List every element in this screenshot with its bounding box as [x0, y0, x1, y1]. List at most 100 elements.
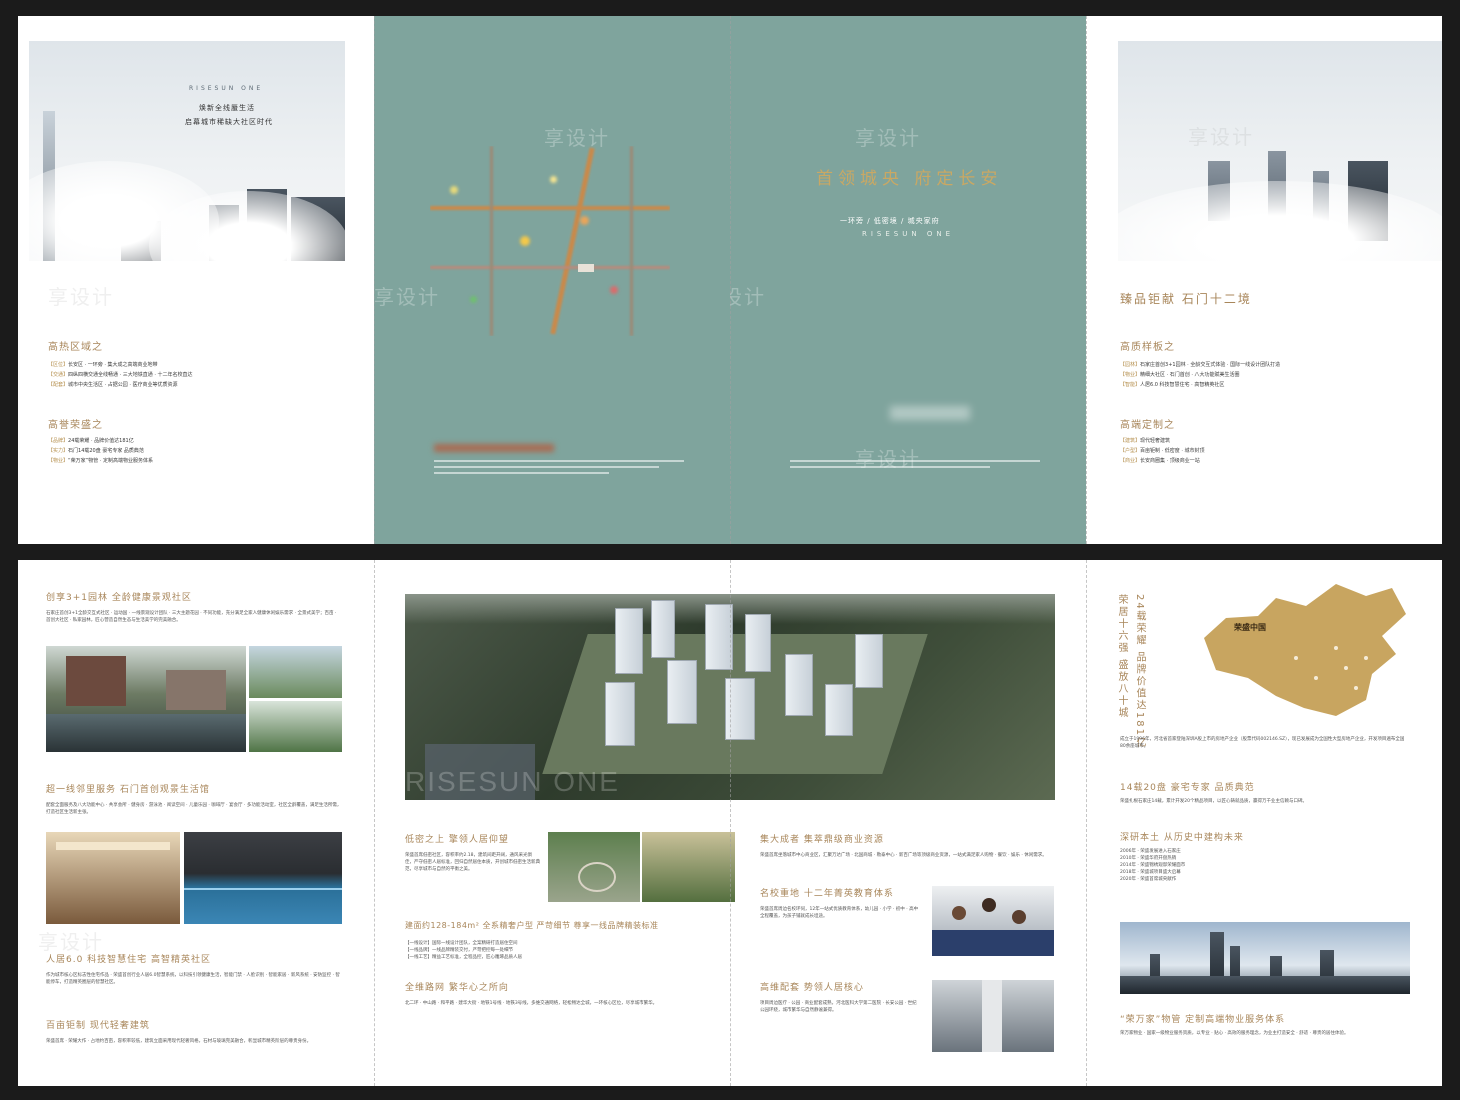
section-title: 高端定制之: [1120, 420, 1175, 431]
brochure-inner-sheet: 创享3+1园林 全龄健康景观社区 石家庄首创3+1全龄交互式社区 · 运动国 ·…: [18, 560, 1442, 1086]
cover-title-panel: 享设计 享设计 享设计 首领城央 府定长安 一环旁 / 低密境 / 城央家府 R…: [730, 16, 1086, 544]
section-body: 成立于1996年，河北省首家登陆深圳A股上市的房地产企业（股票代码002146.…: [1120, 737, 1405, 749]
list-item: 【交通】四纵四横交通全线畅通 · 三大地铁直通 · 十二年名校直达: [48, 372, 193, 378]
section-list: 2006年 · 荣盛发展进入石家庄 2010年 · 荣盛华府开盘热销 2014年…: [1120, 848, 1410, 883]
list-item: 2014年 · 荣盛锦绣观邸荣耀面市: [1120, 863, 1186, 868]
section-title: 全维路网 繁华心之所向: [405, 983, 509, 993]
brand-en: RISESUN ONE: [189, 85, 264, 92]
watermark: 享设计: [1188, 125, 1254, 149]
section-title: 高热区域之: [48, 342, 103, 353]
cover-right-panel: 享设计 臻品钜献 石门十二境 高质样板之 【园林】石家庄首创3+1园林 · 全龄…: [1086, 16, 1442, 544]
watermark: 享设计: [544, 126, 610, 150]
garden-photo: [249, 646, 342, 698]
list-item: 【品牌】24载荣耀 · 品牌价值达181亿: [48, 438, 134, 444]
section-body: 北二环 · 中山路 · 和平路 · 建华大街 · 地铁1号线 · 地铁3号线，多…: [405, 1001, 658, 1006]
section-title: 高维配套 势领人居核心: [760, 983, 864, 993]
section-list: 【一线设计】国际一线设计团队，全案精研打造居住空间 【一线品牌】一线品牌精装交付…: [405, 940, 735, 961]
city-cloud-photo: RISESUN ONE 焕新全线蜃生活 启幕城市稀缺大社区时代: [29, 41, 345, 261]
section-title: 低密之上 擎领人居仰望: [405, 835, 509, 845]
section-title: 深研本土 从历史中建构未来: [1120, 833, 1244, 843]
section-title: 14载20盘 豪宅专家 品质典范: [1120, 783, 1255, 793]
section-body: 荣盛扎根石家庄14载，累计开发20个精品项目，以匠心铸就品质，赢得万千业主信赖与…: [1120, 799, 1307, 804]
section-body: 作为城市核心区标志性住宅作品 · 荣盛首创行业人居6.0智慧系统，以科技引领健康…: [46, 973, 340, 985]
list-item: 【配套】城市中央生活区 · 占据公园 · 医疗商业等优质资源: [48, 382, 178, 388]
vertical-slogan: 24载荣耀 品牌价值达181亿: [1134, 594, 1145, 749]
section-title: 名校重地 十二年菁英教育体系: [760, 889, 894, 899]
section-title: “荣万家”物管 定制高端物业服务体系: [1120, 1015, 1286, 1025]
list-item: 【实力】石门14载20盘 豪宅专家 品质典范: [48, 448, 144, 454]
blurred-logo: [890, 406, 970, 420]
section-list: 【区位】长安区 · 一环旁 · 集大成之高端商业地带 【交通】四纵四横交通全线畅…: [48, 360, 348, 390]
section-body: 荣万家物业 · 国家一级物业服务资质，以专业 · 贴心 · 高效的服务理念，为业…: [1120, 1031, 1349, 1036]
inner-left-panel: 创享3+1园林 全龄健康景观社区 石家庄首创3+1全龄交互式社区 · 运动国 ·…: [18, 560, 374, 1086]
watermark: 享设计: [730, 285, 766, 309]
watermark: 享设计: [38, 930, 104, 954]
blurred-footnote: [434, 460, 684, 474]
map-label: 荣盛中国: [1234, 623, 1266, 632]
section-body: 配套全面服务及八大功能中心 · 共享会所 · 健身房 · 游泳池 · 阅读空间 …: [46, 803, 342, 815]
list-item: 【户型】百亩钜制 · 低密度 · 城市封顶: [1120, 448, 1205, 454]
section-title: 百亩钜制 现代轻奢建筑: [46, 1021, 150, 1031]
skyline-photo: [1120, 922, 1410, 994]
section-title: 高质样板之: [1120, 342, 1175, 353]
brochure-cover-sheet: RISESUN ONE 焕新全线蜃生活 启幕城市稀缺大社区时代 享设计 高热区域…: [18, 16, 1442, 544]
section-title: 创享3+1园林 全龄健康景观社区: [46, 593, 192, 603]
list-item: 【物业】精细大社区 · 石门首创 · 八大功能赋美生活圈: [1120, 372, 1240, 378]
watermark: 享设计: [48, 285, 114, 309]
list-item: 【建筑】现代轻奢建筑: [1120, 438, 1171, 444]
list-item: 【智能】人居6.0 科技智慧住宅 · 高智精英社区: [1120, 382, 1225, 388]
city-cloud-photo: 享设计: [1118, 41, 1442, 261]
watermark: 享设计: [374, 285, 440, 309]
students-photo: [932, 886, 1054, 956]
location-map-panel: 享设计 享设计: [374, 16, 730, 544]
inner-right-panel: 荣居十六强 盛放八十城 24载荣耀 品牌价值达181亿 荣盛中国 成立于1996…: [1086, 560, 1442, 1086]
pool-photo: [184, 832, 342, 924]
cover-title: 首领城央 府定长安: [816, 169, 1003, 189]
list-item: 【物业】“荣万家”物管 · 定制高端物业服务体系: [48, 458, 153, 464]
community-photo: [642, 832, 735, 902]
section-body: 石家庄首创3+1全龄交互式社区 · 运动国 · 一线景观设计团队 · 三大主题花…: [46, 611, 337, 623]
section-title: 建面约128-184m² 全系精奢户型 严苛细节 尊享一线品牌精装标准: [405, 921, 659, 930]
section-body: 荣盛首席低密社区，容积率约2.18，建筑间距开阔，通风采光俱佳，严守低密人居标准…: [405, 853, 540, 872]
section-title: 高誉荣盛之: [48, 420, 103, 431]
aerial-watermark: RISESUN ONE: [405, 766, 620, 797]
section-body: 项目周边医疗 · 公园 · 商业配套成熟，河北医科大学第二医院 · 长安公园 ·…: [760, 1001, 917, 1013]
section-body: 荣盛首席周边名校环伺，12年一站式优质教育体系，幼儿园 · 小学 · 初中 · …: [760, 907, 919, 919]
list-item: 【区位】长安区 · 一环旁 · 集大成之高端商业地带: [48, 362, 158, 368]
hero-line1: 焕新全线蜃生活: [199, 104, 255, 112]
list-item: 2020年 · 荣盛首席城央献作: [1120, 877, 1177, 882]
section-body: 荣盛首席 · 荣耀大作 · 占地约百亩，容积率较低，建筑立面采用现代轻奢风格，石…: [46, 1039, 312, 1044]
list-item: 【一线品牌】一线品牌精装交付，严苛把控每一处细节: [405, 948, 513, 953]
list-item: 【一线工艺】精益工艺标准，全程品控，匠心雕琢品质人居: [405, 955, 522, 960]
right-title: 臻品钜献 石门十二境: [1120, 292, 1252, 306]
section-list: 【建筑】现代轻奢建筑 【户型】百亩钜制 · 低密度 · 城市封顶 【商业】长安商…: [1120, 436, 1420, 466]
vertical-slogan: 荣居十六强 盛放八十城: [1116, 594, 1127, 720]
list-item: 【一线设计】国际一线设计团队，全案精研打造居住空间: [405, 941, 518, 946]
section-body: 荣盛首席坐落城市中心商业区，汇聚万达广场 · 北国商城 · 勒泰中心 · 新百广…: [760, 853, 1047, 858]
cover-subtitle: 一环旁 / 低密境 / 城央家府: [840, 217, 940, 225]
list-item: 2018年 · 荣盛城项目盛大启幕: [1120, 870, 1181, 875]
blurred-footnote: [790, 460, 1040, 468]
community-photo: [548, 832, 640, 902]
watermark: 享设计: [855, 126, 921, 150]
list-item: 【商业】长安商圈集 · 顶级商业一站: [1120, 458, 1200, 464]
project-marker: [578, 264, 594, 272]
section-title: 超一线邻里服务 石门首创观景生活馆: [46, 785, 210, 795]
street-photo: [932, 980, 1054, 1052]
section-list: 【品牌】24载荣耀 · 品牌价值达181亿 【实力】石门14载20盘 豪宅专家 …: [48, 436, 348, 466]
cover-brand-en: RISESUN ONE: [862, 230, 954, 238]
china-map-shape: [1204, 584, 1406, 716]
cover-left-panel: RISESUN ONE 焕新全线蜃生活 启幕城市稀缺大社区时代 享设计 高热区域…: [18, 16, 374, 544]
section-title: 集大成者 集萃鼎级商业资源: [760, 835, 884, 845]
garden-photo: [249, 701, 342, 752]
list-item: 2010年 · 荣盛华府开盘热销: [1120, 856, 1177, 861]
hero-line2: 启幕城市稀缺大社区时代: [185, 118, 273, 126]
blurred-phone: [434, 444, 554, 452]
location-map: [430, 146, 670, 336]
china-map: 荣盛中国: [1196, 578, 1412, 724]
list-item: 2006年 · 荣盛发展进入石家庄: [1120, 849, 1181, 854]
garden-photo: [46, 646, 246, 752]
clubhouse-photo: [46, 832, 180, 924]
section-list: 【园林】石家庄首创3+1园林 · 全龄交互式体验 · 国际一线设计团队打造 【物…: [1120, 360, 1420, 390]
list-item: 【园林】石家庄首创3+1园林 · 全龄交互式体验 · 国际一线设计团队打造: [1120, 362, 1281, 368]
